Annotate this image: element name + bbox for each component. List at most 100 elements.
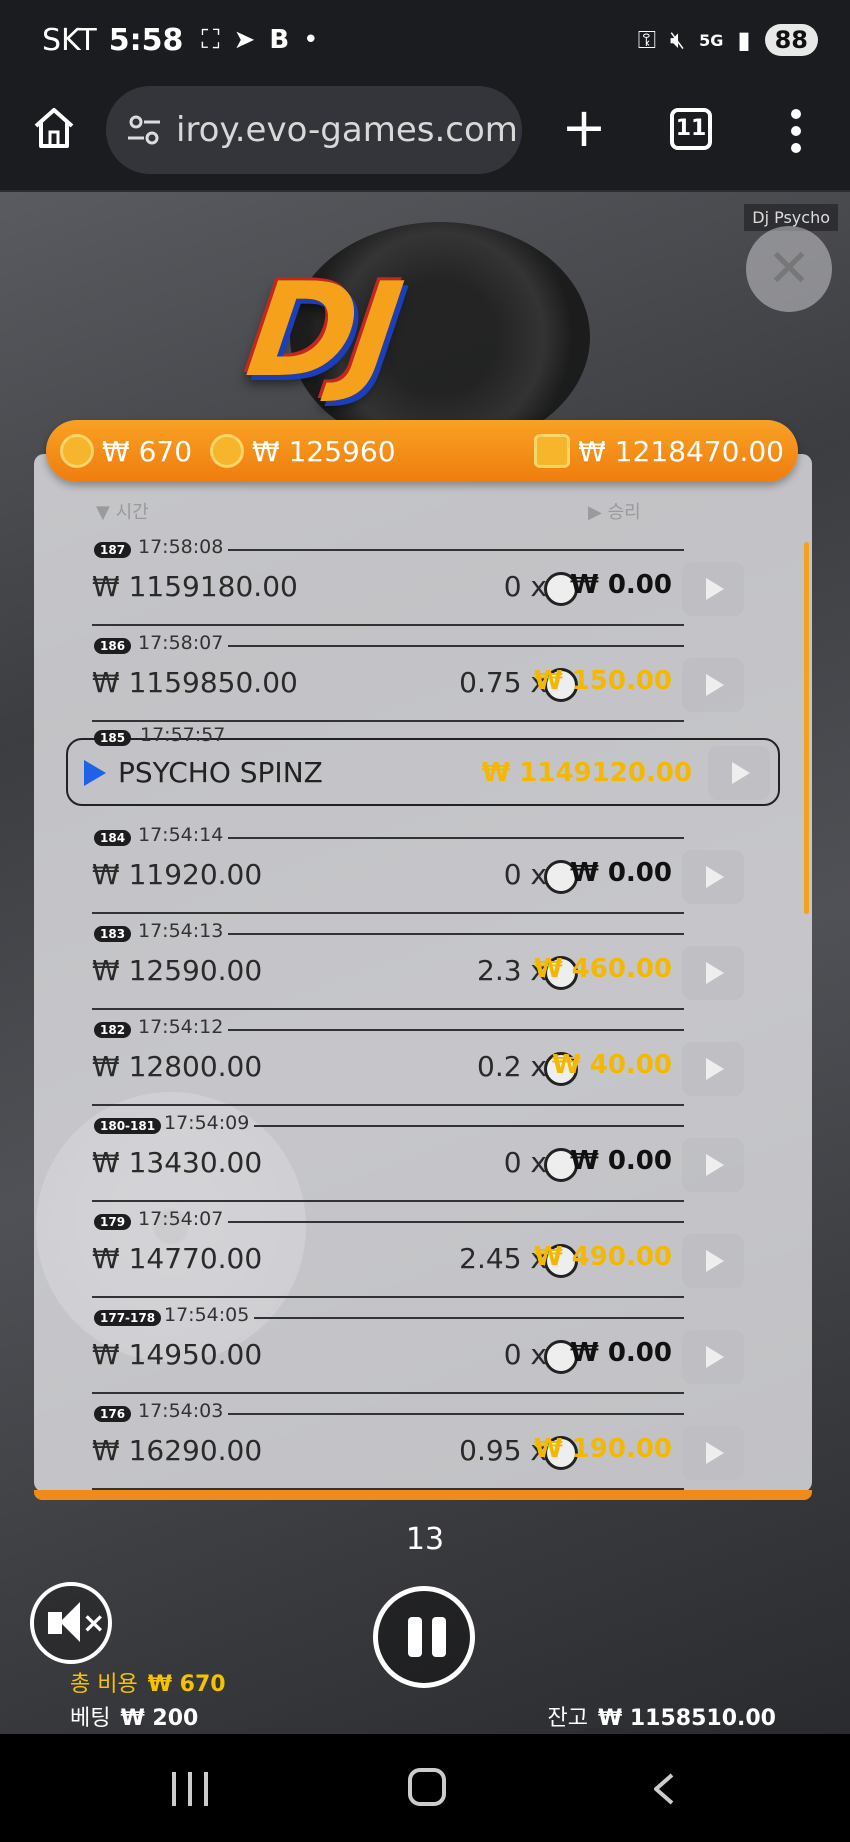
signal-icon: ▮ bbox=[737, 26, 751, 54]
round-multiplier: 0 x bbox=[503, 858, 547, 891]
round-win: ₩ 0.00 bbox=[570, 1146, 672, 1176]
row-divider bbox=[92, 1008, 684, 1010]
close-button[interactable]: ✕ bbox=[746, 226, 832, 312]
round-balance: ₩ 12800.00 bbox=[92, 1050, 263, 1083]
browser-toolbar: iroy.evo-games.com + 11 bbox=[0, 80, 850, 192]
replay-button[interactable] bbox=[682, 946, 744, 1000]
wallet-icon bbox=[534, 434, 571, 468]
app-b-icon: B bbox=[269, 25, 290, 55]
scrollbar[interactable] bbox=[804, 542, 809, 914]
replay-button[interactable] bbox=[708, 746, 770, 800]
round-win: ₩ 40.00 bbox=[552, 1050, 672, 1080]
row-divider bbox=[92, 1200, 684, 1202]
round-index: 185 bbox=[94, 730, 132, 746]
back-button[interactable] bbox=[650, 1772, 678, 1806]
round-time: 17:54:12 bbox=[138, 1016, 224, 1038]
row-separator bbox=[254, 1317, 684, 1319]
column-header-time[interactable]: ▼ 시간 bbox=[96, 498, 149, 524]
more-menu-icon[interactable] bbox=[780, 106, 812, 156]
clock: 5:58 bbox=[108, 22, 184, 58]
row-separator bbox=[228, 1029, 684, 1031]
round-time: 17:54:05 bbox=[164, 1304, 250, 1326]
round-win: ₩ 0.00 bbox=[570, 570, 672, 600]
row-divider bbox=[92, 1296, 684, 1298]
summary-balance: ₩ 1218470.00 bbox=[578, 434, 784, 468]
pause-icon bbox=[408, 1617, 422, 1657]
tab-switcher-button[interactable]: 11 bbox=[670, 108, 712, 150]
mute-button[interactable]: × bbox=[30, 1582, 112, 1664]
mute-status-icon: 🔇︎ bbox=[669, 26, 686, 54]
column-header-win[interactable]: ▶ 승리 bbox=[588, 498, 641, 524]
round-index: 182 bbox=[94, 1022, 132, 1038]
key-icon: ⚿ bbox=[637, 26, 656, 54]
summary-bet-total: ₩ 125960 bbox=[252, 434, 396, 468]
coin-icon bbox=[60, 434, 94, 468]
replay-button[interactable] bbox=[682, 1138, 744, 1192]
bet-amount: 베팅 ₩ 200 bbox=[70, 1706, 199, 1731]
home-icon[interactable] bbox=[30, 104, 78, 152]
summary-bar: ₩ 670 ₩ 125960 ₩ 1218470.00 bbox=[46, 420, 798, 482]
battery-indicator: 88 bbox=[764, 24, 818, 56]
replay-button[interactable] bbox=[682, 1234, 744, 1288]
row-separator bbox=[228, 837, 684, 839]
history-row: 177-178 17:54:05 ₩ 14950.00 0 x ₩ 0.00 bbox=[92, 1300, 782, 1395]
round-index: 184 bbox=[94, 830, 132, 846]
balance-amount: 잔고 ₩ 1158510.00 bbox=[547, 1706, 776, 1731]
row-divider bbox=[92, 1488, 684, 1490]
round-win: ₩ 190.00 bbox=[533, 1434, 672, 1464]
summary-cost: ₩ 670 bbox=[102, 434, 193, 468]
round-balance: ₩ 11920.00 bbox=[92, 858, 263, 891]
replay-button[interactable] bbox=[682, 562, 744, 616]
round-win: ₩ 0.00 bbox=[570, 1338, 672, 1368]
dot-icon: • bbox=[303, 25, 319, 55]
status-bar: SKT 5:58 ⛶ ➤ B • ⚿ 🔇︎ 5G ▮ 88 bbox=[0, 0, 850, 80]
history-row: 176 17:54:03 ₩ 16290.00 0.95 x ₩ 190.00 bbox=[92, 1396, 782, 1491]
carrier-label: SKT bbox=[42, 22, 97, 58]
replay-button[interactable] bbox=[682, 658, 744, 712]
row-separator bbox=[228, 549, 684, 551]
coin-icon bbox=[210, 434, 245, 468]
panel-bottom-edge bbox=[34, 1490, 812, 1500]
row-divider bbox=[92, 1104, 684, 1106]
site-settings-icon[interactable] bbox=[124, 110, 164, 150]
mute-x-icon: × bbox=[82, 1606, 106, 1639]
round-win: ₩ 490.00 bbox=[533, 1242, 672, 1272]
round-time: 17:54:14 bbox=[138, 824, 224, 846]
url-text: iroy.evo-games.com bbox=[176, 110, 518, 150]
replay-button[interactable] bbox=[682, 850, 744, 904]
round-time: 17:58:08 bbox=[138, 536, 224, 558]
round-index: 179 bbox=[94, 1214, 132, 1230]
row-separator bbox=[228, 933, 684, 935]
total-cost: 총 비용 ₩ 670 bbox=[70, 1672, 226, 1697]
feature-row[interactable]: 185 17:57:57 PSYCHO SPINZ ₩ 1149120.00 bbox=[66, 724, 780, 806]
system-nav-bar bbox=[0, 1734, 850, 1842]
pause-button[interactable] bbox=[373, 1586, 475, 1688]
round-time: 17:58:07 bbox=[138, 632, 224, 654]
round-multiplier: 0 x bbox=[503, 1338, 547, 1371]
replay-button[interactable] bbox=[682, 1330, 744, 1384]
round-index: 180-181 bbox=[94, 1118, 162, 1134]
recent-apps-button[interactable] bbox=[170, 1772, 210, 1806]
home-nav-button[interactable] bbox=[408, 1768, 446, 1806]
history-row: 186 17:58:07 ₩ 1159850.00 0.75 x ₩ 150.00 bbox=[92, 628, 782, 723]
round-balance: ₩ 14770.00 bbox=[92, 1242, 263, 1275]
game-area: Dj Psycho DJ ✕ ₩ 670 ₩ 125960 ₩ 1218470.… bbox=[0, 192, 850, 1734]
row-separator bbox=[228, 645, 684, 647]
feature-win: ₩ 1149120.00 bbox=[481, 758, 692, 788]
replay-button[interactable] bbox=[682, 1426, 744, 1480]
telegram-icon: ➤ bbox=[233, 25, 256, 55]
round-time: 17:54:13 bbox=[138, 920, 224, 942]
round-time: 17:54:07 bbox=[138, 1208, 224, 1230]
row-separator bbox=[228, 1221, 684, 1223]
round-win: ₩ 460.00 bbox=[533, 954, 672, 984]
round-balance: ₩ 16290.00 bbox=[92, 1434, 263, 1467]
row-divider bbox=[92, 1392, 684, 1394]
round-time: 17:54:03 bbox=[138, 1400, 224, 1422]
replay-button[interactable] bbox=[682, 1042, 744, 1096]
round-index: 186 bbox=[94, 638, 132, 654]
new-tab-button[interactable]: + bbox=[560, 98, 608, 158]
round-index: 187 bbox=[94, 542, 132, 558]
history-row: 182 17:54:12 ₩ 12800.00 0.2 x ₩ 40.00 bbox=[92, 1012, 782, 1107]
address-bar[interactable]: iroy.evo-games.com bbox=[106, 86, 522, 174]
round-balance: ₩ 12590.00 bbox=[92, 954, 263, 987]
